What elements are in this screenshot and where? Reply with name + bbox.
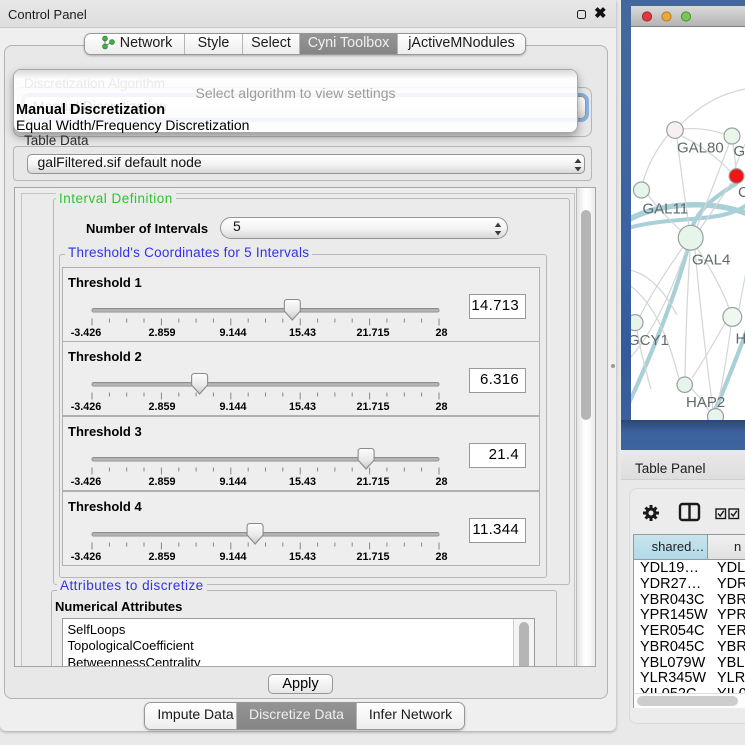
svg-text:GAL11: GAL11 (643, 201, 689, 218)
svg-text:GAL80: GAL80 (677, 140, 724, 157)
svg-text:2.859: 2.859 (148, 401, 175, 413)
svg-text:-3.426: -3.426 (71, 476, 102, 488)
svg-text:9.144: 9.144 (219, 401, 246, 413)
svg-text:-3.426: -3.426 (71, 551, 102, 563)
svg-text:2.859: 2.859 (148, 327, 175, 339)
svg-text:HI: HI (736, 331, 745, 348)
svg-text:21.715: 21.715 (356, 401, 389, 413)
svg-text:C: C (738, 184, 745, 201)
svg-text:21.715: 21.715 (356, 327, 389, 339)
svg-text:2.859: 2.859 (148, 476, 175, 488)
svg-text:2.859: 2.859 (148, 551, 175, 563)
svg-text:-3.426: -3.426 (71, 327, 102, 339)
svg-text:21.715: 21.715 (356, 551, 389, 563)
svg-text:15.43: 15.43 (289, 327, 316, 339)
svg-text:GCY1: GCY1 (631, 332, 669, 349)
svg-text:9.144: 9.144 (219, 327, 246, 339)
svg-text:-3.426: -3.426 (71, 401, 102, 413)
svg-text:15.43: 15.43 (289, 551, 316, 563)
svg-text:15.43: 15.43 (289, 476, 316, 488)
svg-text:28: 28 (435, 327, 447, 339)
svg-text:28: 28 (435, 551, 447, 563)
svg-text:28: 28 (435, 476, 447, 488)
svg-text:28: 28 (435, 401, 447, 413)
svg-text:9.144: 9.144 (219, 551, 246, 563)
svg-text:21.715: 21.715 (356, 476, 389, 488)
svg-text:9.144: 9.144 (219, 476, 246, 488)
svg-text:HAP2: HAP2 (686, 394, 725, 411)
svg-text:GAL4: GAL4 (692, 252, 730, 269)
svg-text:GA: GA (734, 143, 745, 160)
svg-text:15.43: 15.43 (289, 401, 316, 413)
